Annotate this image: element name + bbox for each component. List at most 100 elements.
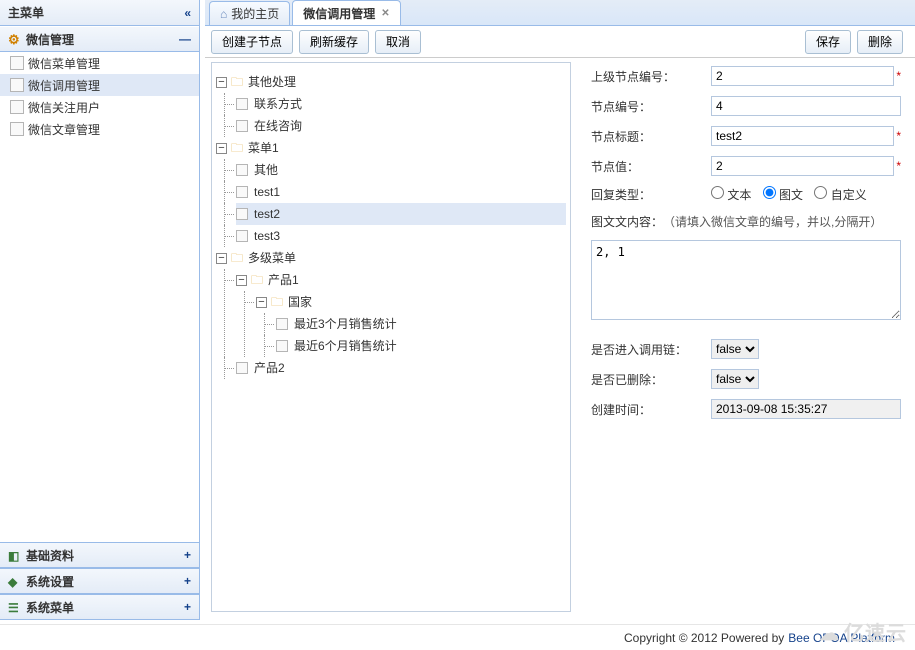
footer: Copyright © 2012 Powered by Bee OPOA Pla…: [0, 624, 915, 650]
accordion-panel-system-menu[interactable]: 系统菜单 +: [0, 594, 199, 620]
menu-icon: [8, 601, 22, 615]
tree-node-label[interactable]: 产品1: [266, 269, 301, 291]
sidebar-title: 主菜单: [8, 4, 44, 21]
document-icon: [276, 318, 288, 330]
document-icon: [236, 98, 248, 110]
tree-node-label[interactable]: test3: [252, 225, 282, 247]
tree-node[interactable]: 其他: [236, 159, 566, 181]
tree-node-label[interactable]: test2: [252, 203, 282, 225]
collapse-icon[interactable]: −: [216, 253, 227, 264]
sidebar-item-wechat-followers[interactable]: 微信关注用户: [0, 96, 199, 118]
accordion-panel-system-settings[interactable]: 系统设置 +: [0, 568, 199, 594]
sidebar: 主菜单 « 微信管理 — 微信菜单管理 微信调用管理 微信关注用户 微信文章管理…: [0, 0, 200, 620]
document-icon: [236, 230, 248, 242]
created-at-label: 创建时间：: [591, 401, 711, 418]
required-mark: *: [896, 69, 901, 83]
create-child-button[interactable]: 创建子节点: [211, 30, 293, 54]
tree-node-label[interactable]: 国家: [286, 291, 314, 313]
reply-type-text[interactable]: 文本: [711, 188, 751, 202]
document-icon: [236, 186, 248, 198]
tree-node-label[interactable]: 多级菜单: [246, 247, 298, 269]
richtext-hint: （请填入微信文章的编号，并以,分隔开）: [663, 213, 882, 230]
tree-node[interactable]: 最近6个月销售统计: [276, 335, 566, 357]
reply-type-custom[interactable]: 自定义: [814, 188, 866, 202]
plus-icon[interactable]: +: [184, 600, 191, 614]
close-icon[interactable]: ✕: [381, 8, 389, 19]
is-deleted-select[interactable]: false: [711, 369, 759, 389]
tab-bar: 我的主页 微信调用管理✕: [205, 0, 915, 26]
tab-wechat-invoke[interactable]: 微信调用管理✕: [292, 0, 400, 25]
document-icon: [236, 120, 248, 132]
tree-node[interactable]: test2: [236, 203, 566, 225]
node-title-input[interactable]: [711, 126, 894, 146]
tree-node-label[interactable]: 产品2: [252, 357, 287, 379]
minus-icon[interactable]: —: [179, 32, 191, 46]
tree-node-label[interactable]: 菜单1: [246, 137, 281, 159]
tree-node[interactable]: − 产品1: [236, 269, 566, 291]
tree-node-label[interactable]: 联系方式: [252, 93, 304, 115]
sidebar-item-wechat-invoke[interactable]: 微信调用管理: [0, 74, 199, 96]
parent-id-input[interactable]: [711, 66, 894, 86]
enter-chain-select[interactable]: false: [711, 339, 759, 359]
sidebar-item-wechat-articles[interactable]: 微信文章管理: [0, 118, 199, 140]
tree-node-label[interactable]: 在线咨询: [252, 115, 304, 137]
cloud-icon: [819, 623, 844, 645]
tree-node-label[interactable]: 最近6个月销售统计: [292, 335, 399, 357]
form-panel: 上级节点编号： * 节点编号： 节点标题： * 节点值： * 回复类型： 文本 …: [571, 58, 915, 620]
folder-icon: [271, 291, 286, 313]
tree-node[interactable]: 在线咨询: [236, 115, 566, 137]
folder-icon: [231, 137, 246, 159]
is-deleted-label: 是否已删除：: [591, 371, 711, 388]
delete-button[interactable]: 删除: [857, 30, 903, 54]
watermark: 亿速云: [819, 617, 907, 646]
node-title-label: 节点标题：: [591, 128, 711, 145]
sidebar-item-wechat-menu[interactable]: 微信菜单管理: [0, 52, 199, 74]
accordion-body-wechat: 微信菜单管理 微信调用管理 微信关注用户 微信文章管理: [0, 52, 199, 542]
tree-node[interactable]: − 多级菜单: [216, 247, 566, 269]
document-icon: [236, 362, 248, 374]
save-button[interactable]: 保存: [805, 30, 851, 54]
plus-icon[interactable]: +: [184, 548, 191, 562]
tree-node[interactable]: − 其他处理: [216, 71, 566, 93]
tree-node[interactable]: − 国家: [256, 291, 566, 313]
tab-home[interactable]: 我的主页: [209, 1, 290, 25]
collapse-icon[interactable]: −: [236, 275, 247, 286]
node-value-input[interactable]: [711, 156, 894, 176]
tree-node[interactable]: − 菜单1: [216, 137, 566, 159]
cog-icon: [8, 32, 22, 46]
collapse-icon[interactable]: −: [216, 77, 227, 88]
document-icon: [276, 340, 288, 352]
plus-icon[interactable]: +: [184, 574, 191, 588]
tree-node[interactable]: test1: [236, 181, 566, 203]
tree-panel: −其他处理联系方式在线咨询−菜单1其他test1test2test3−多级菜单−…: [211, 62, 571, 612]
richtext-content-label: 图文文内容：: [591, 213, 663, 230]
collapse-icon[interactable]: −: [256, 297, 267, 308]
reply-type-richtext[interactable]: 图文: [763, 188, 803, 202]
richtext-content-textarea[interactable]: 2, 1: [591, 240, 901, 320]
tree-node[interactable]: test3: [236, 225, 566, 247]
tree-node-label[interactable]: 其他处理: [246, 71, 298, 93]
cancel-button[interactable]: 取消: [375, 30, 421, 54]
accordion-panel-basic[interactable]: 基础资料 +: [0, 542, 199, 568]
reply-type-label: 回复类型：: [591, 186, 711, 203]
enter-chain-label: 是否进入调用链：: [591, 341, 711, 358]
sidebar-collapse-icon[interactable]: «: [184, 6, 191, 20]
footer-copyright: Copyright © 2012 Powered by: [624, 631, 784, 645]
node-id-input[interactable]: [711, 96, 901, 116]
document-icon: [236, 164, 248, 176]
tree-node[interactable]: 联系方式: [236, 93, 566, 115]
tree-node-label[interactable]: 最近3个月销售统计: [292, 313, 399, 335]
accordion-panel-wechat[interactable]: 微信管理 —: [0, 26, 199, 52]
tree-node-label[interactable]: test1: [252, 181, 282, 203]
tree-node-label[interactable]: 其他: [252, 159, 280, 181]
refresh-cache-button[interactable]: 刷新缓存: [299, 30, 369, 54]
folder-icon: [251, 269, 266, 291]
toolbar: 创建子节点 刷新缓存 取消 保存 删除: [205, 26, 915, 58]
collapse-icon[interactable]: −: [216, 143, 227, 154]
required-mark: *: [896, 129, 901, 143]
home-icon: [220, 7, 231, 21]
sidebar-header: 主菜单 «: [0, 0, 199, 26]
accordion-title: 系统设置: [26, 575, 74, 589]
tree-node[interactable]: 最近3个月销售统计: [276, 313, 566, 335]
tree-node[interactable]: 产品2: [236, 357, 566, 379]
